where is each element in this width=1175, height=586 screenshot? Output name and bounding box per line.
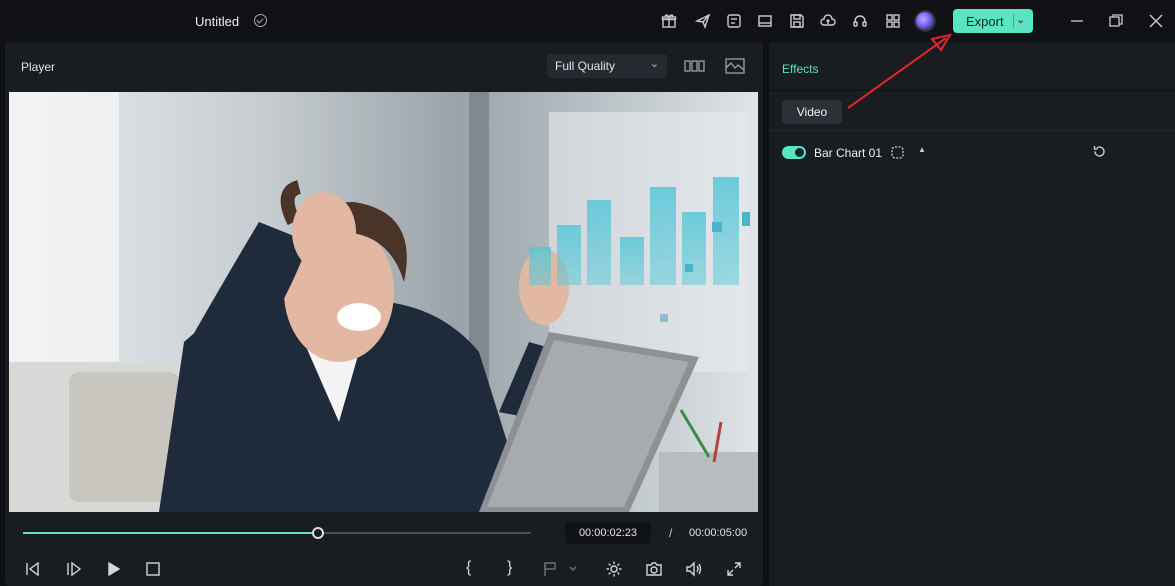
- waveform-image-icon[interactable]: [724, 58, 746, 74]
- user-avatar[interactable]: [914, 10, 936, 32]
- chevron-down-icon: ⌄: [649, 58, 659, 70]
- fullscreen-icon[interactable]: [725, 560, 743, 578]
- layout-icon[interactable]: [757, 13, 773, 29]
- player-title: Player: [21, 60, 56, 74]
- saved-check-icon: [254, 14, 267, 27]
- divider: [769, 130, 1175, 131]
- tab-effects[interactable]: Effects: [782, 62, 818, 76]
- project-title[interactable]: Untitled: [195, 14, 239, 29]
- snapshot-camera-icon[interactable]: [645, 560, 663, 578]
- grid-view-icon[interactable]: [684, 58, 706, 74]
- next-frame-icon[interactable]: [64, 560, 82, 578]
- prev-frame-icon[interactable]: [23, 560, 41, 578]
- export-button[interactable]: Export ⌄: [953, 9, 1033, 33]
- mark-out-button[interactable]: }: [507, 559, 512, 577]
- tab-video[interactable]: Video: [782, 100, 842, 124]
- player-panel: Player Full Quality ⌄ 00:00:02:23 / 00:0…: [5, 42, 763, 586]
- marker-dropdown-chevron-icon[interactable]: [567, 562, 579, 580]
- divider: [769, 90, 1175, 91]
- total-timecode: 00:00:05:00: [689, 527, 748, 539]
- timecode-separator: /: [669, 526, 673, 540]
- export-label: Export: [966, 14, 1004, 29]
- title-bar: Untitled Export ⌄: [0, 0, 1175, 42]
- timeline-progress: [23, 532, 318, 534]
- render-settings-icon[interactable]: [605, 560, 623, 578]
- export-divider: [1013, 14, 1014, 28]
- reset-icon[interactable]: [1092, 144, 1107, 159]
- send-icon[interactable]: [694, 13, 711, 30]
- insert-marker-icon[interactable]: [542, 560, 560, 578]
- collapse-up-icon[interactable]: ▲: [918, 145, 926, 154]
- gift-icon[interactable]: [661, 13, 677, 29]
- headset-icon[interactable]: [852, 13, 868, 29]
- effect-name: Bar Chart 01: [814, 146, 883, 160]
- mark-in-button[interactable]: {: [466, 559, 471, 577]
- save-icon[interactable]: [789, 13, 805, 29]
- effects-panel: Effects Video Bar Chart 01 ▲: [768, 42, 1175, 586]
- play-icon[interactable]: [104, 560, 122, 578]
- effect-enabled-toggle[interactable]: [782, 146, 806, 159]
- playback-timeline[interactable]: [23, 527, 531, 539]
- restore-button[interactable]: [1107, 12, 1125, 30]
- minimize-button[interactable]: [1068, 12, 1086, 30]
- volume-icon[interactable]: [685, 560, 703, 578]
- chevron-down-icon[interactable]: ⌄: [1016, 13, 1025, 26]
- checklist-icon[interactable]: [726, 13, 742, 29]
- stop-icon[interactable]: [144, 560, 162, 578]
- effect-mask-icon[interactable]: [890, 145, 905, 160]
- cloud-upload-icon[interactable]: [820, 13, 836, 29]
- apps-grid-icon[interactable]: [885, 13, 901, 29]
- quality-select[interactable]: Full Quality ⌄: [547, 54, 667, 78]
- quality-value: Full Quality: [555, 59, 616, 73]
- current-timecode[interactable]: 00:00:02:23: [565, 522, 651, 544]
- close-button[interactable]: [1147, 12, 1165, 30]
- timeline-playhead[interactable]: [311, 527, 324, 539]
- video-preview[interactable]: [9, 92, 758, 512]
